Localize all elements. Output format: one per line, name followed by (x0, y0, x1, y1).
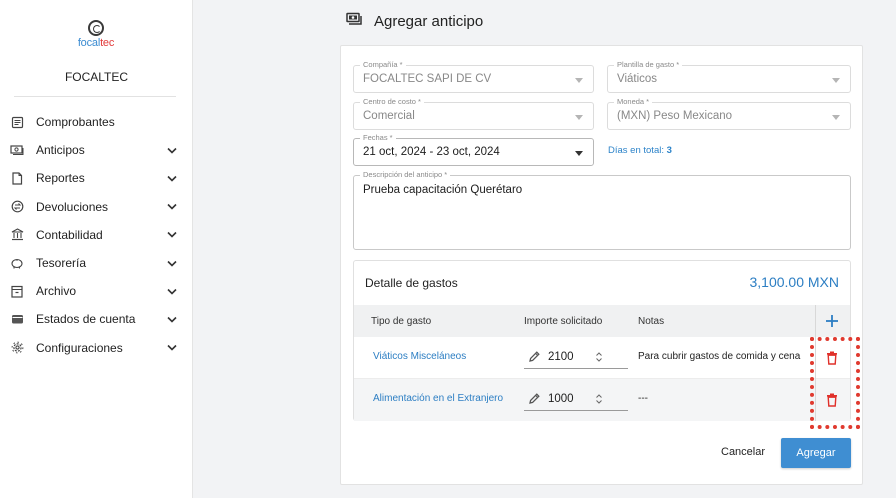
sidebar-item-label: Archivo (36, 284, 77, 299)
cost-center-value: Comercial (363, 110, 415, 122)
page-title: Agregar anticipo (374, 13, 484, 30)
days-total-value: 3 (666, 145, 672, 156)
archive-icon (10, 284, 24, 298)
amount-input[interactable]: 2100 (524, 345, 628, 369)
currency-label: Moneda * (614, 97, 653, 107)
currency-value: (MXN) Peso Mexicano (617, 110, 733, 122)
column-divider (815, 305, 816, 337)
notes-value: --- (638, 393, 648, 404)
chevron-down-icon[interactable] (165, 256, 179, 270)
sidebar-item-comprobantes[interactable]: Comprobantes (0, 108, 193, 136)
caret-down-icon (575, 151, 583, 156)
chevron-down-icon[interactable] (165, 341, 179, 355)
company-label: Compañía * (360, 60, 406, 70)
delete-column-highlight (810, 337, 860, 429)
sidebar-item-label: Reportes (36, 171, 85, 186)
caret-down-icon (575, 115, 583, 120)
sidebar-item-tesoreria[interactable]: Tesorería (0, 249, 193, 277)
days-total: Días en total: 3 (608, 145, 672, 156)
sidebar-item-label: Estados de cuenta (36, 312, 136, 327)
expense-details-header: Detalle de gastos 3,100.00 MXN (354, 261, 850, 305)
chevron-down-icon[interactable] (165, 228, 179, 242)
cancel-button[interactable]: Cancelar (721, 446, 765, 458)
focaltec-logo[interactable]: focaltec (72, 20, 120, 49)
expense-details-total: 3,100.00 MXN (749, 274, 840, 290)
chevron-down-icon[interactable] (165, 143, 179, 157)
cash-icon (10, 143, 24, 157)
chevron-down-icon[interactable] (165, 312, 179, 326)
logo-text: focaltec (77, 37, 115, 49)
spinner-icon[interactable] (595, 350, 603, 362)
expense-type-link[interactable]: Viáticos Misceláneos (373, 351, 466, 362)
expense-template-label: Plantilla de gasto * (614, 60, 683, 70)
document-icon (10, 171, 24, 185)
description-value: Prueba capacitación Querétaro (363, 184, 523, 196)
sidebar-divider (14, 96, 176, 97)
wallet-icon (10, 312, 24, 326)
sidebar-item-contabilidad[interactable]: Contabilidad (0, 221, 193, 249)
sidebar-item-label: Configuraciones (36, 340, 123, 355)
description-label: Descripción del anticipo * (360, 170, 451, 180)
sidebar-nav: Comprobantes Anticipos Reportes Devoluci… (0, 108, 193, 362)
sidebar-item-anticipos[interactable]: Anticipos (0, 136, 193, 164)
sidebar-item-label: Devoluciones (36, 199, 109, 214)
notes-value: Para cubrir gastos de comida y cena (638, 351, 801, 362)
advance-form-card: Compañía * FOCALTEC SAPI DE CV Plantilla… (340, 45, 863, 485)
table-row: Viáticos Misceláneos 2100 Para cubrir ga… (354, 337, 850, 379)
cost-center-select[interactable]: Centro de costo * Comercial (353, 97, 594, 130)
page-header: Agregar anticipo (346, 12, 483, 31)
expense-details-panel: Detalle de gastos 3,100.00 MXN Tipo de g… (353, 260, 860, 429)
column-header-importe: Importe solicitado (524, 316, 603, 327)
sidebar-item-archivo[interactable]: Archivo (0, 277, 193, 305)
bank-icon (10, 228, 24, 242)
expense-details-title: Detalle de gastos (365, 276, 458, 290)
sidebar-item-configuraciones[interactable]: Configuraciones (0, 334, 193, 362)
sidebar-item-label: Anticipos (36, 143, 85, 158)
column-header-tipo: Tipo de gasto (371, 316, 432, 327)
chevron-down-icon[interactable] (165, 284, 179, 298)
amount-value: 2100 (548, 351, 574, 363)
amount-input[interactable]: 1000 (524, 387, 628, 411)
currency-select[interactable]: Moneda * (MXN) Peso Mexicano (607, 97, 851, 130)
exchange-icon (10, 200, 24, 214)
sidebar-item-devoluciones[interactable]: Devoluciones (0, 193, 193, 221)
sidebar: focaltec FOCALTEC Comprobantes Anticipos… (0, 0, 193, 498)
date-range-picker[interactable]: Fechas * 21 oct, 2024 - 23 oct, 2024 (353, 133, 594, 166)
date-range-value: 21 oct, 2024 - 23 oct, 2024 (363, 146, 500, 158)
sidebar-item-reportes[interactable]: Reportes (0, 164, 193, 192)
add-row-plus-icon[interactable] (825, 314, 839, 328)
caret-down-icon (832, 115, 840, 120)
cash-icon (346, 12, 362, 31)
table-row: Alimentación en el Extranjero 1000 --- (354, 379, 850, 421)
days-total-label: Días en total: (608, 145, 664, 156)
chevron-down-icon[interactable] (165, 171, 179, 185)
amount-value: 1000 (548, 393, 574, 405)
pencil-icon (528, 392, 541, 410)
organization-name: FOCALTEC (64, 70, 129, 84)
piggy-bank-icon (10, 256, 24, 270)
sidebar-item-label: Comprobantes (36, 115, 115, 130)
pencil-icon (528, 350, 541, 368)
sidebar-item-label: Contabilidad (36, 227, 103, 242)
caret-down-icon (832, 78, 840, 83)
sidebar-item-estados-de-cuenta[interactable]: Estados de cuenta (0, 305, 193, 333)
sidebar-item-label: Tesorería (36, 256, 87, 271)
expense-type-link[interactable]: Alimentación en el Extranjero (373, 393, 503, 404)
cost-center-label: Centro de costo * (360, 97, 424, 107)
column-header-notas: Notas (638, 316, 665, 327)
company-select[interactable]: Compañía * FOCALTEC SAPI DE CV (353, 60, 594, 93)
chevron-down-icon[interactable] (165, 200, 179, 214)
gear-icon (10, 341, 24, 355)
date-range-label: Fechas * (360, 133, 396, 143)
caret-down-icon (575, 78, 583, 83)
expense-template-value: Viáticos (617, 73, 658, 85)
logo-mark-icon (88, 20, 104, 36)
receipt-icon (10, 115, 24, 129)
spinner-icon[interactable] (595, 392, 603, 404)
table-header: Tipo de gasto Importe solicitado Notas (354, 305, 850, 337)
description-textarea[interactable]: Descripción del anticipo * Prueba capaci… (353, 170, 851, 250)
expense-template-select[interactable]: Plantilla de gasto * Viáticos (607, 60, 851, 93)
company-value: FOCALTEC SAPI DE CV (363, 73, 492, 85)
add-button[interactable]: Agregar (781, 438, 851, 468)
